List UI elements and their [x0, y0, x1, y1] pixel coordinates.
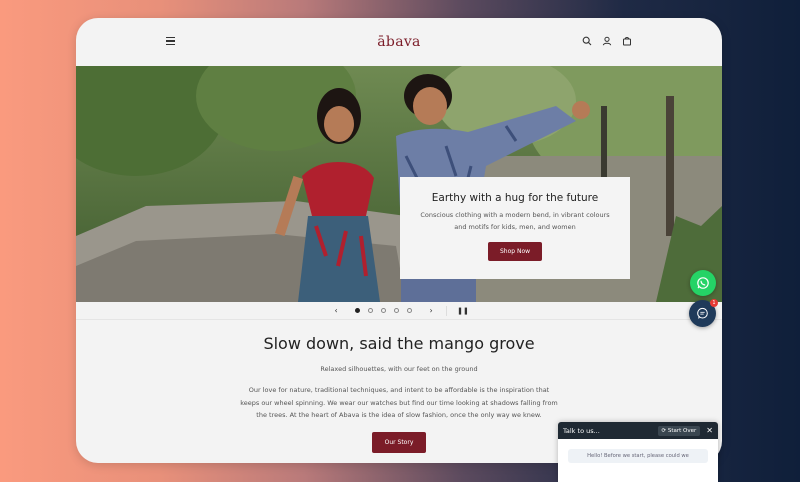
story-tagline: Relaxed silhouettes, with our feet on th… — [320, 365, 478, 373]
cart-icon[interactable] — [621, 35, 632, 46]
chat-title: Talk to us... — [563, 426, 600, 435]
site-header: ābava — [76, 18, 722, 66]
hero-subtitle: Conscious clothing with a modern bend, i… — [420, 211, 610, 231]
pause-icon[interactable]: ❚❚ — [457, 307, 469, 315]
close-icon[interactable]: ✕ — [706, 426, 713, 435]
menu-icon[interactable] — [166, 35, 178, 47]
browser-frame: ābava Earthy with a hug for the future C… — [76, 18, 722, 463]
story-title: Slow down, said the mango grove — [263, 334, 535, 353]
next-slide-button[interactable]: › — [424, 306, 438, 315]
header-icons — [581, 35, 632, 46]
our-story-button[interactable]: Our Story — [371, 431, 427, 453]
hero-card: Earthy with a hug for the future Conscio… — [400, 177, 630, 279]
chat-bubble-icon — [697, 307, 708, 319]
slide-dot-5[interactable] — [407, 308, 413, 313]
chat-panel: Talk to us... ⟳ Start Over ✕ Hello! Befo… — [558, 422, 718, 482]
slider-controls: ‹ › ❚❚ — [76, 302, 722, 320]
whatsapp-button[interactable] — [690, 270, 716, 296]
chat-header-actions: ⟳ Start Over ✕ — [657, 425, 713, 436]
brand-logo[interactable]: ābava — [377, 34, 420, 50]
hero-title: Earthy with a hug for the future — [431, 192, 599, 204]
whatsapp-icon — [697, 277, 709, 289]
chat-header: Talk to us... ⟳ Start Over ✕ — [558, 422, 718, 439]
search-icon[interactable] — [581, 35, 592, 46]
slide-dot-1[interactable] — [355, 308, 361, 313]
prev-slide-button[interactable]: ‹ — [329, 306, 343, 315]
account-icon[interactable] — [601, 35, 612, 46]
shop-now-button[interactable]: Shop Now — [487, 242, 543, 261]
hero-banner: Earthy with a hug for the future Conscio… — [76, 66, 722, 302]
slide-dot-2[interactable] — [368, 308, 374, 313]
start-over-button[interactable]: ⟳ Start Over — [657, 425, 701, 436]
slide-dot-4[interactable] — [394, 308, 400, 313]
story-body: Our love for nature, traditional techniq… — [240, 386, 558, 419]
chat-badge: 1 — [710, 299, 718, 307]
chat-message: Hello! Before we start, please could we — [568, 449, 708, 463]
slider-divider — [446, 305, 448, 316]
slide-dot-3[interactable] — [381, 308, 387, 313]
